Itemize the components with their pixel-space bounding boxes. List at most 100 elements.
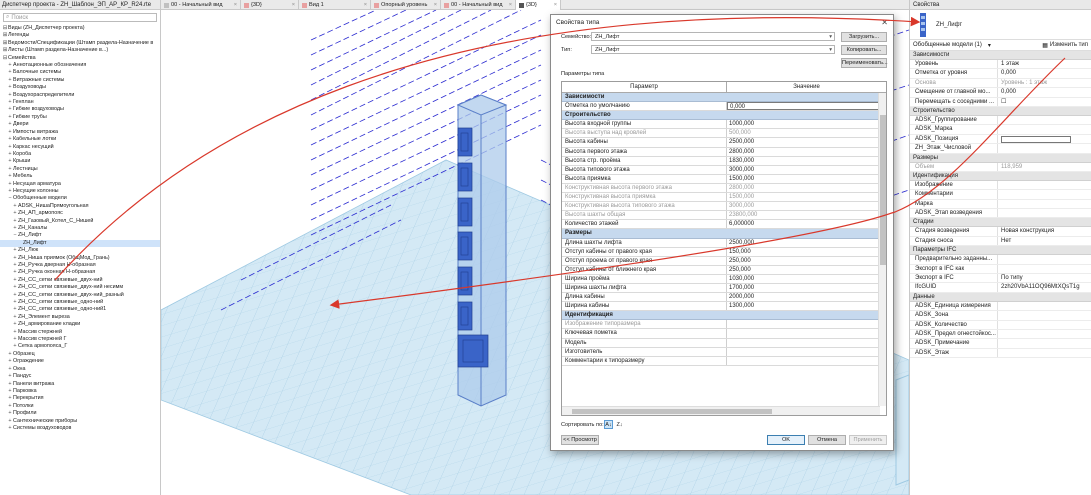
browser-tree-item[interactable]: + Кабельные лотки: [0, 136, 160, 143]
browser-tree-item[interactable]: + ZH_СС_сетки связевые_одно-ний1: [0, 306, 160, 313]
browser-tree-item[interactable]: + Воздухораспределители: [0, 92, 160, 99]
browser-tree-item[interactable]: + Мебель: [0, 173, 160, 180]
param-value[interactable]: 3000,000: [727, 166, 880, 174]
param-value[interactable]: 250,000: [727, 257, 880, 265]
ok-button[interactable]: OK: [767, 435, 805, 445]
param-value[interactable]: 6,000000: [727, 220, 880, 228]
browser-tree-item[interactable]: ⊟ Виды (ZH_Диспетчер проекта): [0, 25, 160, 32]
param-value[interactable]: 1000,000: [727, 120, 880, 128]
property-group-header[interactable]: Строительство: [910, 106, 1091, 116]
close-icon[interactable]: ✕: [881, 18, 888, 27]
browser-tree-item[interactable]: + ADSK_НишаПрямоугольная: [0, 203, 160, 210]
param-row[interactable]: Высота первого этажа 2800,000: [562, 147, 880, 157]
param-value[interactable]: [727, 348, 880, 356]
browser-tree-item[interactable]: + Несущие колонны: [0, 188, 160, 195]
param-row[interactable]: Высота шахты общая 23800,000: [562, 211, 880, 221]
close-icon[interactable]: ×: [364, 0, 367, 10]
param-row[interactable]: Конструктивная высота приямка 1500,000: [562, 193, 880, 203]
cancel-button[interactable]: Отмена: [808, 435, 846, 445]
property-group-header[interactable]: Данные: [910, 292, 1091, 302]
property-row[interactable]: Экспорт в IFC По типу: [910, 274, 1091, 284]
close-icon[interactable]: ×: [292, 0, 295, 10]
view-tab[interactable]: Опорный уровень ×: [371, 0, 441, 10]
property-value[interactable]: 2zh20VbA11OQ96MtXQsT1g: [998, 283, 1091, 291]
scroll-thumb[interactable]: [572, 409, 772, 414]
param-value[interactable]: 1830,000: [727, 157, 880, 165]
browser-tree-item[interactable]: + Пандус: [0, 373, 160, 380]
load-button[interactable]: Загрузить...: [841, 32, 887, 42]
browser-tree-item[interactable]: + ZH_АП_армопояс: [0, 210, 160, 217]
property-row[interactable]: Смещение от главной мо... 0,000: [910, 88, 1091, 98]
param-value[interactable]: [727, 357, 880, 365]
browser-tree-item[interactable]: + Гибкие воздуховоды: [0, 106, 160, 113]
property-row[interactable]: Основа Уровень : 1 этаж: [910, 78, 1091, 89]
browser-tree-item[interactable]: + Системы воздуховодов: [0, 425, 160, 432]
property-row[interactable]: ADSK_Этап возведения: [910, 209, 1091, 219]
property-value[interactable]: [998, 255, 1091, 263]
property-value[interactable]: 118,959: [998, 163, 1091, 171]
property-row[interactable]: ADSK_Группирование: [910, 115, 1091, 126]
browser-tree-item[interactable]: + Каркас несущий: [0, 144, 160, 151]
view-tab[interactable]: Вид 1 ×: [299, 0, 371, 10]
param-row[interactable]: Отступ кабины от правого края 150,000: [562, 247, 880, 257]
param-row[interactable]: Модель: [562, 338, 880, 348]
property-row[interactable]: Марка: [910, 199, 1091, 210]
param-group-header[interactable]: Идентификация: [562, 311, 880, 321]
type-selector[interactable]: ZH_Лифт: [910, 10, 1091, 40]
param-row[interactable]: Длина шахты лифта 2500,000: [562, 238, 880, 248]
param-row[interactable]: Высота стр. проёма 1830,000: [562, 156, 880, 166]
param-row[interactable]: Изображение типоразмера: [562, 320, 880, 330]
browser-tree-item[interactable]: ⊟ Семейства: [0, 55, 160, 62]
browser-tree-item[interactable]: + ZH_Газовый_Котел_С_Нишей: [0, 218, 160, 225]
browser-tree-item[interactable]: + Лестницы: [0, 166, 160, 173]
property-row[interactable]: ADSK_Примечание: [910, 339, 1091, 349]
search-input[interactable]: ⌕ Поиск: [3, 13, 157, 22]
browser-tree-item[interactable]: + Крыши: [0, 158, 160, 165]
property-value[interactable]: [998, 135, 1091, 143]
property-value[interactable]: 0,000: [998, 69, 1091, 77]
param-row[interactable]: Ключевая пометка: [562, 329, 880, 339]
browser-tree-item[interactable]: ⊞ Ведомости/Спецификации (Штамп раздела-Н…: [0, 40, 160, 47]
browser-tree-item[interactable]: + Двери: [0, 121, 160, 128]
property-row[interactable]: ZH_Этаж_Числовой: [910, 144, 1091, 154]
property-value[interactable]: [998, 349, 1091, 357]
property-row[interactable]: ADSK_Зона: [910, 311, 1091, 321]
property-value[interactable]: [998, 200, 1091, 208]
browser-tree-item[interactable]: − ZH_Лифт: [0, 232, 160, 239]
property-row[interactable]: Стадия возведения Новая конструкция: [910, 227, 1091, 237]
property-group-header[interactable]: Размеры: [910, 153, 1091, 163]
property-group-header[interactable]: Стадии: [910, 218, 1091, 228]
browser-tree-item[interactable]: + ZH_СС_сетки связевые_двух-ний: [0, 277, 160, 284]
property-row[interactable]: Предварительно заданны...: [910, 255, 1091, 265]
param-row[interactable]: Высота входной группы 1000,000: [562, 120, 880, 130]
param-row[interactable]: Отступ проема от правого края 250,000: [562, 256, 880, 266]
property-value[interactable]: [998, 181, 1091, 189]
property-value[interactable]: Уровень : 1 этаж: [998, 79, 1091, 87]
property-row[interactable]: IfcGUID 2zh20VbA11OQ96MtXQsT1g: [910, 283, 1091, 293]
browser-tree-item[interactable]: + Балочные системы: [0, 69, 160, 76]
property-value[interactable]: По типу: [998, 274, 1091, 282]
property-row[interactable]: ADSK_Марка: [910, 125, 1091, 135]
property-value[interactable]: [998, 116, 1091, 124]
param-value[interactable]: 250,000: [727, 266, 880, 274]
view-tab[interactable]: {3D} ×: [241, 0, 299, 10]
browser-tree-item[interactable]: + Массив стержней: [0, 329, 160, 336]
param-row[interactable]: Ширина кабины 1300,000: [562, 302, 880, 312]
browser-tree-item[interactable]: + ZH_СС_сетки связевые_одно-ний: [0, 299, 160, 306]
property-group-header[interactable]: Зависимости: [910, 51, 1091, 60]
browser-tree-item[interactable]: ⊞ Легенды: [0, 32, 160, 39]
view-tab[interactable]: {3D} ×: [516, 0, 561, 10]
param-row[interactable]: Длина кабины 2000,000: [562, 293, 880, 303]
property-group-header[interactable]: Параметры IFC: [910, 246, 1091, 256]
param-row[interactable]: Высота приямка 1500,000: [562, 174, 880, 184]
property-edit-box[interactable]: [1001, 135, 1071, 143]
property-row[interactable]: Стадия сноса Нет: [910, 236, 1091, 247]
view-tab[interactable]: 00 - Начальный вид ×: [441, 0, 516, 10]
browser-tree-item[interactable]: ZH_Лифт: [0, 239, 160, 248]
param-value[interactable]: 2800,000: [727, 184, 880, 192]
param-row[interactable]: Высота кабины 2500,000: [562, 138, 880, 148]
browser-tree-item[interactable]: + ZH_Элемент выреза: [0, 314, 160, 321]
property-value[interactable]: [998, 144, 1091, 152]
rename-button[interactable]: Переименовать...: [841, 58, 888, 68]
param-value[interactable]: [727, 320, 880, 328]
